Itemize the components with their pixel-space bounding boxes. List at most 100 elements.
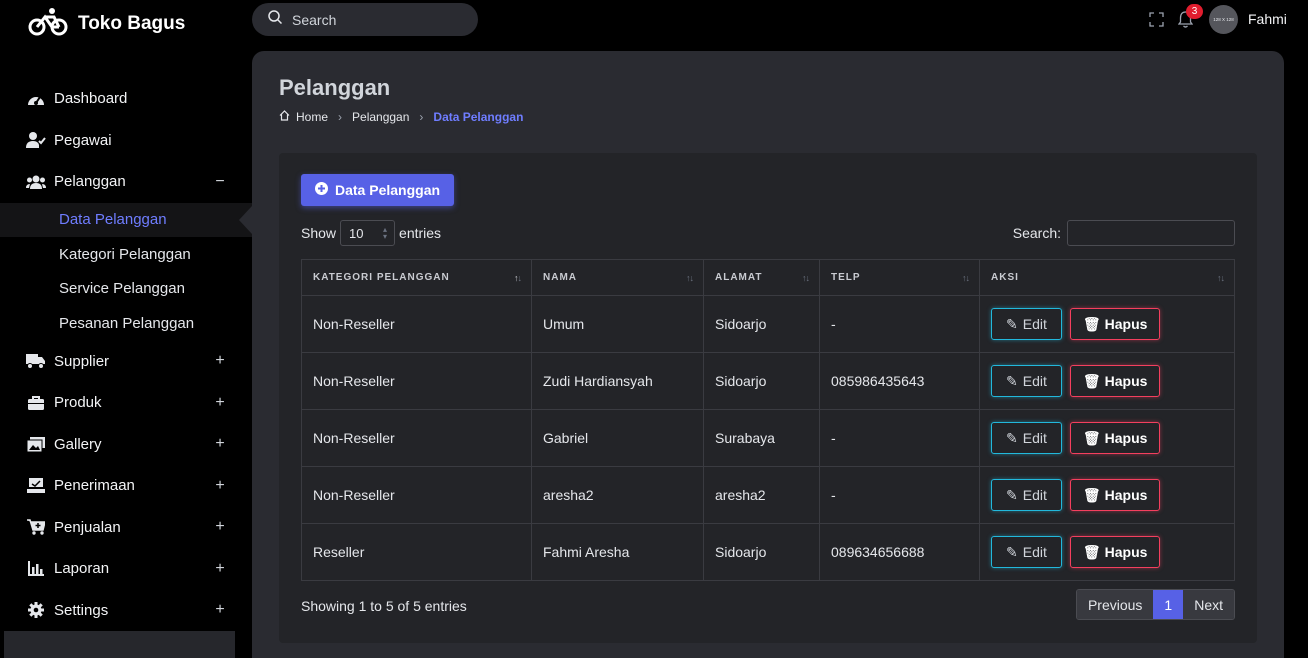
sort-icon: ↑↓: [802, 273, 810, 283]
edit-icon: ✎: [1006, 429, 1018, 446]
chevron-right-icon: ›: [338, 110, 343, 124]
images-icon: [26, 434, 46, 454]
table-info: Showing 1 to 5 of 5 entries: [301, 598, 467, 614]
sort-asc-icon: ↑↓: [514, 273, 522, 283]
expand-icon[interactable]: +: [214, 394, 226, 412]
submenu-item-pesanan-pelanggan[interactable]: Pesanan Pelanggan: [0, 306, 252, 341]
column-header-aksi[interactable]: AKSI ↑↓: [979, 259, 1235, 296]
cell-kategori: Non-Reseller: [301, 352, 532, 410]
search-placeholder: Search: [292, 11, 337, 28]
table-row: Non-Reseller Zudi Hardiansyah Sidoarjo 0…: [301, 352, 1235, 410]
column-header-nama[interactable]: NAMA ↑↓: [531, 259, 704, 296]
table-filter: Search:: [1013, 220, 1235, 246]
expand-icon[interactable]: +: [214, 560, 226, 578]
delete-button[interactable]: 🗑 Hapus: [1069, 536, 1161, 568]
page-title: Pelanggan: [279, 75, 391, 100]
user-name[interactable]: Fahmi: [1248, 11, 1287, 27]
sort-icon: ↑↓: [1217, 273, 1225, 283]
delete-button[interactable]: 🗑 Hapus: [1069, 308, 1161, 340]
sidebar-item-settings[interactable]: Settings +: [0, 590, 252, 632]
breadcrumb-current: Data Pelanggan: [433, 110, 524, 124]
expand-icon[interactable]: +: [214, 435, 226, 453]
column-header-telp[interactable]: TELP ↑↓: [819, 259, 980, 296]
trash-icon: 🗑: [1082, 429, 1101, 446]
sidebar-item-produk[interactable]: Produk +: [0, 382, 252, 424]
delete-button[interactable]: 🗑 Hapus: [1069, 422, 1161, 454]
expand-icon[interactable]: +: [214, 601, 226, 619]
expand-icon[interactable]: +: [214, 477, 226, 495]
expand-icon[interactable]: +: [214, 518, 226, 536]
briefcase-icon: [26, 393, 46, 413]
cell-nama: Umum: [531, 295, 704, 353]
expand-icon[interactable]: +: [214, 352, 226, 370]
submenu-item-service-pelanggan[interactable]: Service Pelanggan: [0, 272, 252, 307]
add-button-label: Data Pelanggan: [335, 182, 441, 198]
pagination-previous[interactable]: Previous: [1076, 590, 1154, 619]
pagination-page-1[interactable]: 1: [1153, 590, 1184, 619]
column-header-alamat[interactable]: ALAMAT ↑↓: [703, 259, 820, 296]
cell-telp: 085986435643: [819, 352, 980, 410]
trash-icon: 🗑: [1082, 315, 1101, 332]
pagination-next[interactable]: Next: [1183, 590, 1234, 619]
plus-circle-icon: [315, 182, 328, 198]
edit-button[interactable]: ✎ Edit: [991, 479, 1062, 511]
column-header-kategori[interactable]: KATEGORI PELANGGAN ↑↓: [301, 259, 532, 296]
sidebar-item-label: Penerimaan: [54, 477, 135, 495]
submenu-item-data-pelanggan[interactable]: Data Pelanggan: [0, 202, 252, 237]
chart-icon: [26, 559, 46, 579]
sidebar-item-label: Laporan: [54, 560, 110, 578]
breadcrumb-home[interactable]: Home: [296, 110, 328, 124]
delete-button[interactable]: 🗑 Hapus: [1069, 479, 1161, 511]
sidebar-item-dashboard[interactable]: Dashboard: [0, 78, 252, 120]
cell-nama: Fahmi Aresha: [531, 523, 704, 581]
cell-nama: Zudi Hardiansyah: [531, 352, 704, 410]
sidebar-item-label: Settings: [54, 601, 109, 619]
breadcrumb-pelanggan[interactable]: Pelanggan: [352, 110, 409, 124]
sidebar-item-penjualan[interactable]: Penjualan +: [0, 507, 252, 549]
cell-alamat: Sidoarjo: [703, 523, 820, 581]
brand[interactable]: Toko Bagus: [28, 4, 185, 44]
sidebar-item-pelanggan[interactable]: Pelanggan −: [0, 161, 252, 203]
add-pelanggan-button[interactable]: Data Pelanggan: [301, 174, 455, 206]
submenu-item-kategori-pelanggan[interactable]: Kategori Pelanggan: [0, 237, 252, 272]
table-header-row: KATEGORI PELANGGAN ↑↓ NAMA ↑↓ ALAMAT ↑↓ TEL…: [301, 259, 1235, 296]
delete-button[interactable]: 🗑 Hapus: [1069, 365, 1161, 397]
pelanggan-table: KATEGORI PELANGGAN ↑↓ NAMA ↑↓ ALAMAT ↑↓ TEL…: [301, 259, 1235, 581]
edit-button[interactable]: ✎ Edit: [991, 308, 1062, 340]
sidebar-item-laporan[interactable]: Laporan +: [0, 548, 252, 590]
sort-icon: ↑↓: [686, 273, 694, 283]
sidebar-item-pegawai[interactable]: Pegawai: [0, 120, 252, 162]
table-row: Non-Reseller aresha2 aresha2 - ✎ Edit 🗑 Hap…: [301, 466, 1235, 524]
notification-badge: 3: [1186, 4, 1203, 19]
cell-nama: aresha2: [531, 466, 704, 524]
brand-title: Toko Bagus: [78, 13, 186, 34]
cell-alamat: aresha2: [703, 466, 820, 524]
edit-button[interactable]: ✎ Edit: [991, 365, 1062, 397]
entries-value: 10: [349, 225, 364, 241]
trash-icon: 🗑: [1082, 486, 1101, 503]
sidebar-item-supplier[interactable]: Supplier +: [0, 341, 252, 383]
table-search-input[interactable]: [1067, 220, 1235, 246]
entries-select[interactable]: 10 ▴ ▾: [340, 220, 396, 246]
home-icon: [279, 110, 290, 124]
data-card: Data Pelanggan Show 10 ▴ ▾ entries Search…: [279, 153, 1257, 643]
sidebar-item-label: Dashboard: [54, 90, 128, 108]
table-row: Reseller Fahmi Aresha Sidoarjo 089634656…: [301, 523, 1235, 581]
inbox-icon: [26, 476, 46, 496]
edit-button[interactable]: ✎ Edit: [991, 536, 1062, 568]
avatar[interactable]: 128 X 128: [1209, 5, 1238, 34]
sidebar-item-penerimaan[interactable]: Penerimaan +: [0, 465, 252, 507]
cell-alamat: Sidoarjo: [703, 352, 820, 410]
cell-aksi: ✎ Edit 🗑 Hapus: [979, 295, 1235, 353]
sidebar-item-gallery[interactable]: Gallery +: [0, 424, 252, 466]
collapse-icon[interactable]: −: [214, 173, 226, 191]
main-content: Pelanggan Home › Pelanggan › Data Pelang…: [252, 51, 1284, 658]
edit-button[interactable]: ✎ Edit: [991, 422, 1062, 454]
cell-aksi: ✎ Edit 🗑 Hapus: [979, 409, 1235, 467]
edit-icon: ✎: [1006, 372, 1018, 389]
fullscreen-icon[interactable]: [1149, 12, 1164, 32]
bicycle-logo-icon: [28, 7, 68, 42]
search-icon: [268, 10, 283, 29]
sidebar-item-label: Pelanggan: [54, 173, 126, 191]
global-search-input[interactable]: Search: [252, 3, 478, 36]
